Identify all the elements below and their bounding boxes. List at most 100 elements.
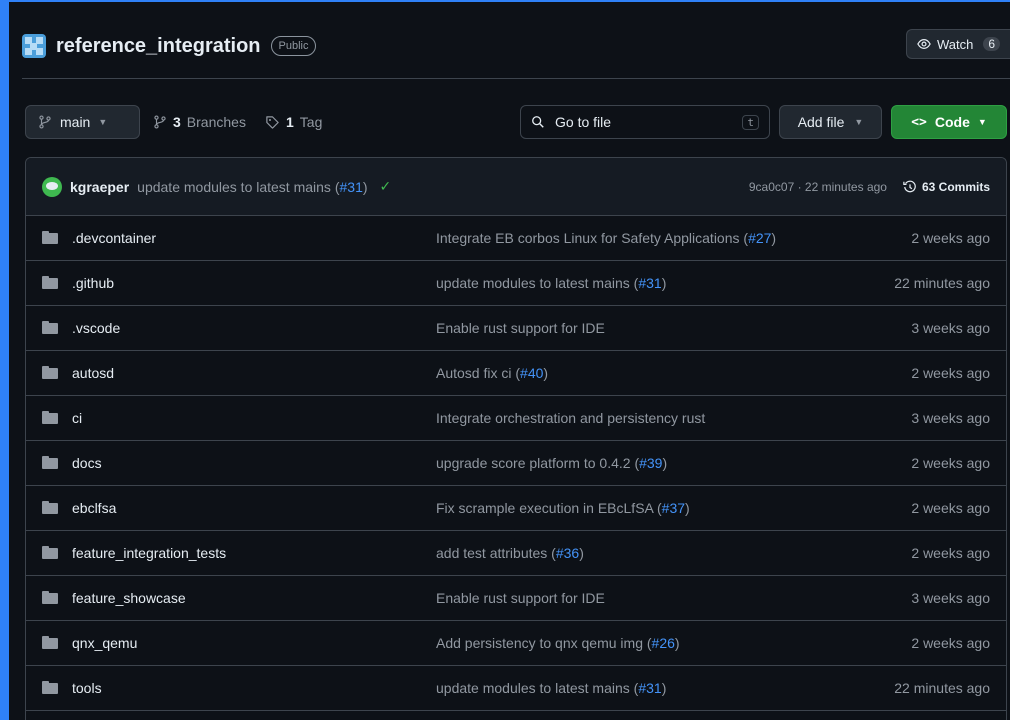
branches-link[interactable]: 3 Branches [153,105,246,139]
pr-link[interactable]: #27 [748,230,771,246]
file-updated-time: 2 weeks ago [911,455,990,471]
table-row[interactable]: tools update modules to latest mains (#31… [26,666,1006,711]
file-commit-message[interactable]: Integrate orchestration and persistency … [436,410,705,426]
pr-link[interactable]: #39 [639,455,662,471]
folder-icon [42,411,58,424]
repo-avatar[interactable] [22,34,46,58]
folder-icon [42,591,58,604]
file-name[interactable]: feature_integration_tests [72,545,226,561]
pr-link[interactable]: #37 [662,500,685,516]
branch-name: main [60,114,91,130]
folder-icon [42,321,58,334]
file-list: .devcontainer Integrate EB corbos Linux f… [26,216,1006,711]
check-icon[interactable]: ✓ [380,178,392,195]
table-row[interactable]: autosd Autosd fix ci (#40) 2 weeks ago [26,351,1006,396]
watch-label: Watch [936,36,974,52]
folder-icon [42,276,58,289]
file-name[interactable]: autosd [72,365,114,381]
git-branch-icon [154,115,166,129]
repo-name[interactable]: reference_integration [56,35,261,58]
pr-link[interactable]: #26 [652,635,675,651]
add-file-button[interactable]: Add file ▼ [779,105,882,139]
file-updated-time: 2 weeks ago [911,365,990,381]
file-name[interactable]: feature_showcase [72,590,186,606]
file-name[interactable]: .vscode [72,320,120,336]
tag-icon [266,115,279,129]
table-row[interactable]: .devcontainer Integrate EB corbos Linux f… [26,216,1006,261]
table-row[interactable]: ebclfsa Fix scrample execution in EBcLfSA… [26,486,1006,531]
commit-hash-time[interactable]: 9ca0c07 · 22 minutes ago [749,180,887,194]
pr-link[interactable]: #40 [520,365,543,381]
add-file-label: Add file [797,114,845,130]
tags-link[interactable]: 1 Tag [265,105,322,139]
folder-icon [42,366,58,379]
pr-link[interactable]: #31 [638,680,661,696]
file-updated-time: 22 minutes ago [894,275,990,291]
file-updated-time: 2 weeks ago [911,635,990,651]
table-row[interactable]: feature_integration_tests add test attrib… [26,531,1006,576]
go-to-file-search[interactable]: Go to file t [520,105,770,139]
chevron-down-icon: ▼ [977,117,987,127]
table-row[interactable]: qnx_qemu Add persistency to qnx qemu img … [26,621,1006,666]
file-name[interactable]: tools [72,680,102,696]
file-updated-time: 3 weeks ago [911,410,990,426]
file-name[interactable]: ci [72,410,82,426]
author-avatar[interactable] [42,176,62,197]
table-row[interactable]: .vscode Enable rust support for IDE 3 week… [26,306,1006,351]
folder-icon [42,231,58,244]
table-row[interactable]: .github update modules to latest mains (#… [26,261,1006,306]
file-updated-time: 2 weeks ago [911,500,990,516]
branches-label: Branches [186,114,246,130]
chevron-down-icon: ▼ [854,117,864,127]
file-updated-time: 2 weeks ago [911,545,990,561]
file-commit-message[interactable]: update modules to latest mains (#31) [436,680,666,696]
file-commit-message[interactable]: upgrade score platform to 0.4.2 (#39) [436,455,667,471]
file-commit-message[interactable]: Add persistency to qnx qemu img (#26) [436,635,680,651]
file-updated-time: 22 minutes ago [894,680,990,696]
pr-link[interactable]: #31 [638,275,661,291]
search-shortcut-key: t [742,114,759,130]
folder-icon [42,546,58,559]
file-name[interactable]: ebclfsa [72,500,116,516]
eye-icon [917,39,931,49]
file-commit-message[interactable]: Autosd fix ci (#40) [436,365,548,381]
folder-icon [42,501,58,514]
latest-commit-bar: kgraeper update modules to latest mains … [26,158,1006,216]
code-button[interactable]: <> Code ▼ [891,105,1007,139]
commit-pr-link[interactable]: #31 [340,179,363,195]
commit-message[interactable]: update modules to latest mains (#31) [137,179,367,195]
window-frame-left [0,0,9,720]
watch-button[interactable]: Watch 6 [905,29,1010,59]
file-commit-message[interactable]: Integrate EB corbos Linux for Safety App… [436,230,776,246]
history-icon [903,180,916,193]
code-label: Code [934,114,970,130]
file-commit-message[interactable]: add test attributes (#36) [436,545,584,561]
commit-meta: 9ca0c07 · 22 minutes ago 63 Commits [749,158,990,216]
commits-link[interactable]: 63 Commits [903,180,990,194]
commit-author[interactable]: kgraeper [70,179,129,195]
folder-icon [42,681,58,694]
header-divider [22,78,1010,79]
file-commit-message[interactable]: Enable rust support for IDE [436,590,605,606]
file-commit-message[interactable]: update modules to latest mains (#31) [436,275,666,291]
search-icon [532,116,544,128]
branch-selector[interactable]: main ▼ [25,105,140,139]
window-frame-top [0,0,1010,2]
chevron-down-icon: ▼ [98,117,108,127]
pr-link[interactable]: #36 [556,545,579,561]
file-table: kgraeper update modules to latest mains … [25,157,1007,720]
folder-icon [42,636,58,649]
file-name[interactable]: docs [72,455,102,471]
file-commit-message[interactable]: Fix scrample execution in EBcLfSA (#37) [436,500,690,516]
file-name[interactable]: .devcontainer [72,230,156,246]
visibility-badge: Public [270,36,317,56]
file-name[interactable]: qnx_qemu [72,635,137,651]
tags-count: 1 [286,114,294,130]
tags-label: Tag [299,114,323,130]
file-commit-message[interactable]: Enable rust support for IDE [436,320,605,336]
table-row[interactable]: ci Integrate orchestration and persistenc… [26,396,1006,441]
file-name[interactable]: .github [72,275,114,291]
table-row[interactable]: docs upgrade score platform to 0.4.2 (#39… [26,441,1006,486]
table-row[interactable]: feature_showcase Enable rust support for … [26,576,1006,621]
file-updated-time: 3 weeks ago [911,320,990,336]
